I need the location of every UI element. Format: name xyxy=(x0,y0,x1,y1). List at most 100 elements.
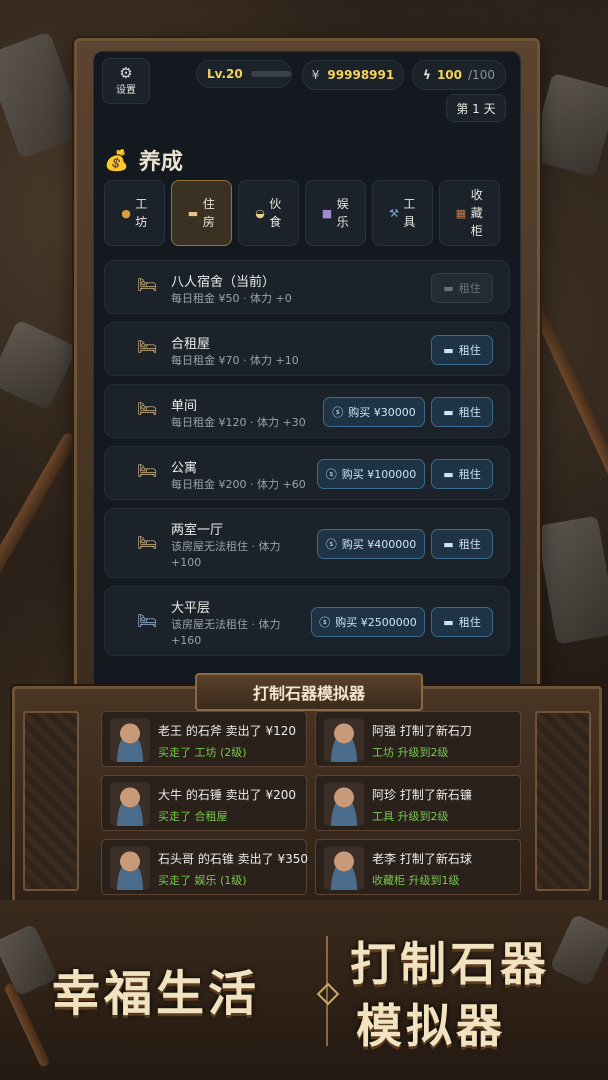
bed-icon: 🛏 xyxy=(137,461,158,480)
buy-button[interactable]: ⓢ 购买 ¥400000 xyxy=(317,529,425,559)
avatar xyxy=(110,718,150,762)
settings-button[interactable]: ⚙ 设置 xyxy=(102,58,150,104)
money-value: 99998991 xyxy=(327,68,395,82)
category-tabs: ● 工坊 ▬ 住房 ◒ 伙食 ■ 娱乐 ⚒ 工具 ▦ 收藏柜 xyxy=(104,180,500,246)
coin-icon: ⓢ xyxy=(332,406,344,419)
main-panel: ⚙ 设置 Lv.20 ¥ 99998991 ϟ 100 /100 第 1 天 💰… xyxy=(93,51,521,711)
carved-ornament xyxy=(23,711,79,891)
tab-workshop[interactable]: ● 工坊 xyxy=(104,180,165,246)
news-card: 石头哥 的石锥 卖出了 ¥350 买走了 娱乐 (1级) xyxy=(101,839,308,895)
news-line: 阿珍 打制了新石镰 xyxy=(372,788,472,802)
news-line: 大牛 的石锤 卖出了 ¥200 xyxy=(158,788,296,802)
board-title: 打制石器模拟器 xyxy=(195,673,423,711)
news-line: 阿强 打制了新石刀 xyxy=(372,724,472,738)
section-title: 养成 xyxy=(138,150,183,175)
housing-name: 单间 xyxy=(171,399,198,414)
wooden-handle-decoration xyxy=(0,431,79,629)
tab-label: 工具 xyxy=(403,197,416,229)
rent-label: 租住 xyxy=(458,616,481,629)
news-subline: 工具 升级到2级 xyxy=(372,810,449,823)
housing-row: 🛏 公寓 每日租金 ¥200 · 体力 +60 ⓢ 购买 ¥100000 ▬ 租… xyxy=(104,446,510,500)
tab-label: 收藏柜 xyxy=(470,188,483,238)
rent-button[interactable]: ▬ 租住 xyxy=(431,607,493,637)
tab-label: 娱乐 xyxy=(336,197,349,229)
housing-desc: 每日租金 ¥120 · 体力 +30 xyxy=(171,416,306,429)
rent-button[interactable]: ▬ 租住 xyxy=(431,529,493,559)
news-subline: 收藏柜 升级到1级 xyxy=(372,874,460,887)
news-card: 大牛 的石锤 卖出了 ¥200 买走了 合租屋 xyxy=(101,775,307,831)
game-frame: ⚙ 设置 Lv.20 ¥ 99998991 ϟ 100 /100 第 1 天 💰… xyxy=(74,38,540,714)
buy-button[interactable]: ⓢ 购买 ¥30000 xyxy=(323,397,425,427)
tab-housing[interactable]: ▬ 住房 xyxy=(171,180,232,246)
news-line: 老李 打制了新石球 xyxy=(372,852,472,866)
avatar xyxy=(110,846,150,890)
promo-banner: 幸福生活 打制石器 模拟器 xyxy=(0,900,608,1080)
bed-icon: 🛏 xyxy=(137,337,158,356)
level-text: Lv.20 xyxy=(207,67,243,81)
avatar xyxy=(110,782,150,826)
stone-axe-icon xyxy=(549,913,608,987)
housing-row: 🛏 合租屋 每日租金 ¥70 · 体力 +10 ▬ 租住 xyxy=(104,322,510,376)
tab-collection-cabinet[interactable]: ▦ 收藏柜 xyxy=(439,180,500,246)
housing-row: 🛏 单间 每日租金 ¥120 · 体力 +30 ⓢ 购买 ¥30000 ▬ 租住 xyxy=(104,384,510,438)
tab-label: 工坊 xyxy=(135,197,148,229)
news-line: 老王 的石斧 卖出了 ¥120 xyxy=(158,724,296,738)
tool-icon: ⚒ xyxy=(389,206,399,220)
day-counter: 第 1 天 xyxy=(446,94,506,122)
stone-tool-decoration xyxy=(536,515,608,645)
energy-indicator: ϟ 100 /100 xyxy=(412,60,506,90)
avatar xyxy=(324,782,364,826)
tab-food[interactable]: ◒ 伙食 xyxy=(238,180,299,246)
tab-entertainment[interactable]: ■ 娱乐 xyxy=(305,180,366,246)
level-indicator: Lv.20 xyxy=(196,60,292,88)
diamond-ornament-icon xyxy=(316,982,340,1006)
bed-icon: ▬ xyxy=(443,467,454,481)
bed-icon: 🛏 xyxy=(137,275,158,294)
rent-label: 租住 xyxy=(458,468,481,481)
level-progress-bar xyxy=(250,71,291,77)
stone-tool-decoration xyxy=(529,72,608,178)
rent-button[interactable]: ▬ 租住 xyxy=(431,459,493,489)
stone-tool-decoration xyxy=(0,319,78,411)
buy-label: 购买 ¥100000 xyxy=(341,468,417,481)
bed-icon: ▬ xyxy=(443,405,454,419)
housing-name: 大平层 xyxy=(171,601,211,616)
lightning-icon: ϟ xyxy=(423,68,431,82)
housing-desc: 该房屋无法租住 · 体力 +100 xyxy=(171,540,281,569)
housing-desc: 每日租金 ¥70 · 体力 +10 xyxy=(171,354,299,367)
bed-icon: 🛏 xyxy=(137,611,158,630)
wooden-handle-decoration xyxy=(3,982,51,1068)
coin-icon: ⓢ xyxy=(325,538,337,551)
bed-icon: ▬ xyxy=(443,615,454,629)
bed-icon: ▬ xyxy=(443,537,454,551)
housing-list: 🛏 八人宿舍（当前） 每日租金 ¥50 · 体力 +0 ▬ 租住 🛏 合租屋 每… xyxy=(104,260,510,664)
food-icon: ◒ xyxy=(255,206,265,220)
coin-icon: ⓢ xyxy=(319,616,331,629)
news-card: 阿珍 打制了新石镰 工具 升级到2级 xyxy=(315,775,521,831)
housing-desc: 每日租金 ¥50 · 体力 +0 xyxy=(171,292,292,305)
energy-max: /100 xyxy=(468,68,495,82)
banner-title-bottom: 模拟器 xyxy=(356,999,506,1053)
rent-label: 租住 xyxy=(458,344,481,357)
housing-name: 两室一厅 xyxy=(171,523,224,538)
entertainment-icon: ■ xyxy=(321,206,333,220)
coin-icon: ⓢ xyxy=(325,468,337,481)
avatar xyxy=(324,846,364,890)
bed-icon: 🛏 xyxy=(137,533,158,552)
gear-icon: ⚙ xyxy=(119,64,133,82)
rent-button[interactable]: ▬ 租住 xyxy=(431,335,493,365)
banner-title-top: 打制石器 xyxy=(350,937,550,991)
tab-tools[interactable]: ⚒ 工具 xyxy=(372,180,433,246)
rent-button[interactable]: ▬ 租住 xyxy=(431,397,493,427)
money-indicator: ¥ 99998991 xyxy=(302,60,404,90)
bed-icon: ▬ xyxy=(443,343,454,357)
news-board: 打制石器模拟器 老王 的石斧 卖出了 ¥120 买走了 工坊 (2级) 阿强 打… xyxy=(12,673,602,904)
rent-button[interactable]: ▬ 租住 xyxy=(431,273,493,303)
bed-icon: 🛏 xyxy=(137,399,158,418)
news-card: 阿强 打制了新石刀 工坊 升级到2级 xyxy=(315,711,521,767)
buy-label: 购买 ¥400000 xyxy=(341,538,417,551)
bed-icon: ▬ xyxy=(187,206,199,220)
buy-button[interactable]: ⓢ 购买 ¥100000 xyxy=(317,459,425,489)
buy-button[interactable]: ⓢ 购买 ¥2500000 xyxy=(311,607,425,637)
workshop-icon: ● xyxy=(121,206,131,220)
